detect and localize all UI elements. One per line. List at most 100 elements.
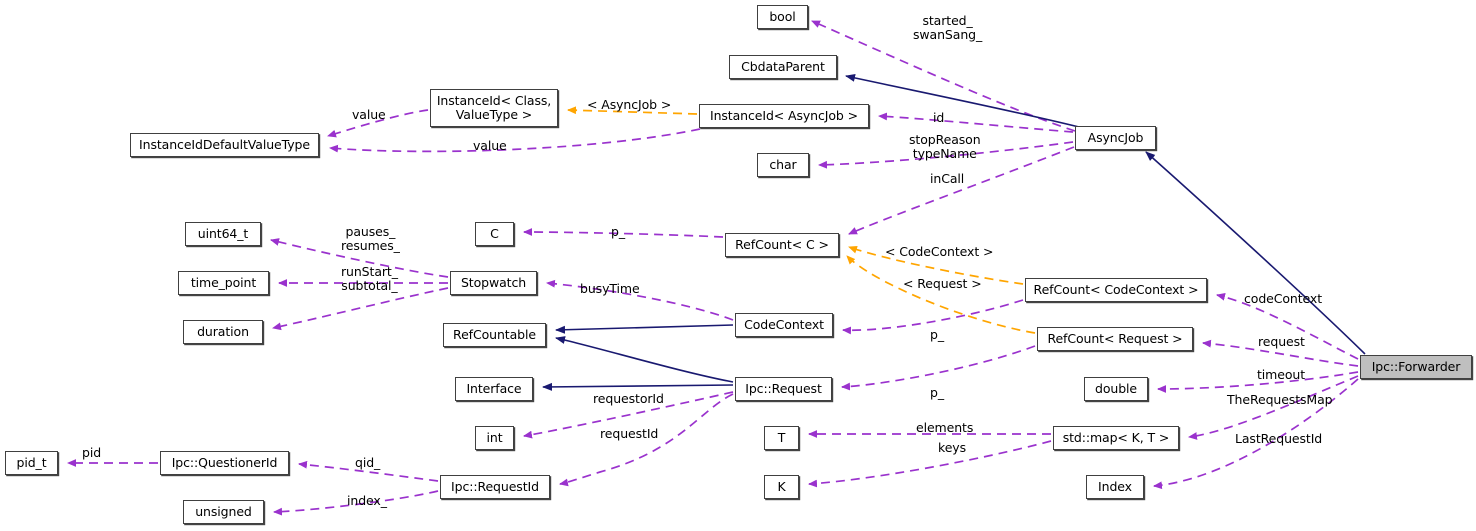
class-node-unsigned[interactable]: unsigned xyxy=(183,500,264,524)
class-node-refcountable[interactable]: RefCountable xyxy=(443,323,546,347)
class-node-k[interactable]: K xyxy=(764,475,799,499)
class-node-label: RefCountable xyxy=(453,327,536,342)
edge-stopwatch-duration xyxy=(272,287,449,331)
class-node-label: char xyxy=(769,157,797,172)
edge-label-codecontext_template: < CodeContext > xyxy=(885,244,994,259)
class-node-index[interactable]: Index xyxy=(1086,475,1144,499)
class-node-std_map[interactable]: std::map< K, T > xyxy=(1053,426,1179,450)
class-node-label: C xyxy=(490,226,499,241)
class-node-label: pid_t xyxy=(16,455,47,470)
class-node-ipc_request[interactable]: Ipc::Request xyxy=(735,377,832,401)
edge-label-qid_: qid_ xyxy=(355,455,381,470)
class-node-codecontext[interactable]: CodeContext xyxy=(735,313,833,337)
edge-asyncjob-cbdataparent xyxy=(845,73,1080,128)
class-node-time_point[interactable]: time_point xyxy=(178,271,269,295)
edge-label-codecontext_lbl: codeContext xyxy=(1244,291,1323,306)
class-node-label: Index xyxy=(1098,479,1132,494)
edge-label-timeout: timeout xyxy=(1257,367,1306,382)
edge-label-incall: inCall xyxy=(930,171,965,186)
edge-label-pauses_resumes: pauses_ resumes_ xyxy=(341,224,400,253)
collaboration-diagram: bool CbdataParent InstanceId< Class, Value… xyxy=(0,0,1476,531)
class-node-label: AsyncJob xyxy=(1087,130,1144,145)
class-node-ipc_forwarder[interactable]: Ipc::Forwarder xyxy=(1360,355,1472,379)
class-node-char[interactable]: char xyxy=(757,153,809,177)
edge-instanceidasyncjob-instanceiddefault xyxy=(329,128,701,153)
edge-refcountrequest-refcountc xyxy=(846,255,1036,334)
class-node-label: CbdataParent xyxy=(741,59,825,74)
class-node-label: Ipc::Forwarder xyxy=(1371,359,1461,374)
edge-label-asyncjob_template: < AsyncJob > xyxy=(587,97,672,112)
class-node-ipc_questionerid[interactable]: Ipc::QuestionerId xyxy=(160,451,289,475)
edge-label-elements: elements xyxy=(916,420,974,435)
edge-label-requestorid: requestorId xyxy=(593,391,664,406)
class-node-int[interactable]: int xyxy=(475,426,514,450)
class-node-instanceid_asyncjob[interactable]: InstanceId< AsyncJob > xyxy=(699,104,869,128)
class-node-label: duration xyxy=(197,324,249,339)
class-node-label: uint64_t xyxy=(197,226,249,241)
class-node-label: InstanceId< Class, ValueType > xyxy=(436,93,552,122)
edge-ipcrequest-interface xyxy=(542,382,734,391)
edge-label-value_top: value xyxy=(352,107,386,122)
class-node-label: K xyxy=(777,479,786,494)
class-node-uint64_t[interactable]: uint64_t xyxy=(185,222,261,246)
class-node-label: Interface xyxy=(466,381,522,396)
class-node-refcount_request[interactable]: RefCount< Request > xyxy=(1037,327,1193,351)
class-node-label: Ipc::QuestionerId xyxy=(171,455,278,470)
class-node-label: RefCount< Request > xyxy=(1047,331,1183,346)
class-node-label: Ipc::RequestId xyxy=(451,479,539,494)
edge-label-request_lbl: request xyxy=(1258,334,1305,349)
edge-label-pid: pid xyxy=(82,445,102,460)
edge-label-p_request: p_ xyxy=(930,385,944,400)
edge-label-lastrequestid: LastRequestId xyxy=(1235,431,1323,446)
edge-codecontext-refcountable xyxy=(555,324,734,334)
class-node-double[interactable]: double xyxy=(1084,377,1148,401)
class-node-label: double xyxy=(1094,381,1137,396)
edge-label-busytime: busyTime xyxy=(580,281,640,296)
class-node-label: time_point xyxy=(190,275,257,290)
class-node-cbdataparent[interactable]: CbdataParent xyxy=(729,55,837,79)
class-node-label: T xyxy=(777,430,786,445)
edge-label-index_: index_ xyxy=(347,493,387,508)
class-node-label: unsigned xyxy=(195,504,252,519)
edge-label-request_template: < Request > xyxy=(903,276,982,291)
edge-label-p_c: p_ xyxy=(611,224,625,239)
edge-label-started_swansang: started_ swanSang_ xyxy=(913,13,983,42)
edge-label-id: id xyxy=(933,110,945,125)
class-node-label: Ipc::Request xyxy=(745,381,822,396)
class-node-ipc_requestid[interactable]: Ipc::RequestId xyxy=(440,475,550,499)
class-node-label: bool xyxy=(769,9,796,24)
class-node-t[interactable]: T xyxy=(764,426,799,450)
class-node-label: CodeContext xyxy=(744,317,824,332)
edge-label-runstart_subtotal: runStart_ subtotal_ xyxy=(341,264,398,293)
class-node-label: InstanceIdDefaultValueType xyxy=(139,137,310,152)
class-node-c[interactable]: C xyxy=(475,222,514,246)
class-node-instanceid_class[interactable]: InstanceId< Class, ValueType > xyxy=(430,89,558,127)
class-node-label: RefCount< C > xyxy=(735,237,829,252)
edge-label-value_bottom: value xyxy=(473,138,507,153)
edge-asyncjob-instanceidasyncjob xyxy=(878,112,1074,133)
edge-label-requestid: requestId xyxy=(600,426,659,441)
class-node-label: std::map< K, T > xyxy=(1062,430,1170,445)
class-node-bool[interactable]: bool xyxy=(757,5,808,29)
edge-codecontext-stopwatch xyxy=(546,279,734,321)
edge-label-therequestsmap: TheRequestsMap xyxy=(1227,392,1333,407)
class-node-interface[interactable]: Interface xyxy=(455,377,533,401)
edge-forwarder-asyncjob xyxy=(1145,151,1366,355)
class-node-duration[interactable]: duration xyxy=(183,320,263,344)
class-node-label: RefCount< CodeContext > xyxy=(1033,282,1199,297)
class-node-pid_t[interactable]: pid_t xyxy=(5,451,58,475)
edge-ipcrequest-refcountable xyxy=(555,336,734,383)
class-node-refcount_c[interactable]: RefCount< C > xyxy=(725,233,839,257)
edge-label-p_codecontext: p_ xyxy=(930,327,944,342)
edge-label-stopreason_typename: stopReason typeName xyxy=(909,132,981,161)
edge-refcountrequest-ipcrequest xyxy=(841,345,1036,391)
class-node-refcount_codecontext[interactable]: RefCount< CodeContext > xyxy=(1025,278,1207,302)
class-node-instanceiddefaultvaluetype[interactable]: InstanceIdDefaultValueType xyxy=(130,133,319,157)
class-node-stopwatch[interactable]: Stopwatch xyxy=(450,271,537,295)
class-node-asyncjob[interactable]: AsyncJob xyxy=(1075,126,1156,150)
class-node-label: InstanceId< AsyncJob > xyxy=(709,108,858,123)
edge-refcountcodecontext-codecontext xyxy=(842,299,1024,335)
class-node-label: int xyxy=(486,430,503,445)
edge-label-keys: keys xyxy=(938,440,966,455)
edge-stdmap-k xyxy=(808,440,1052,488)
